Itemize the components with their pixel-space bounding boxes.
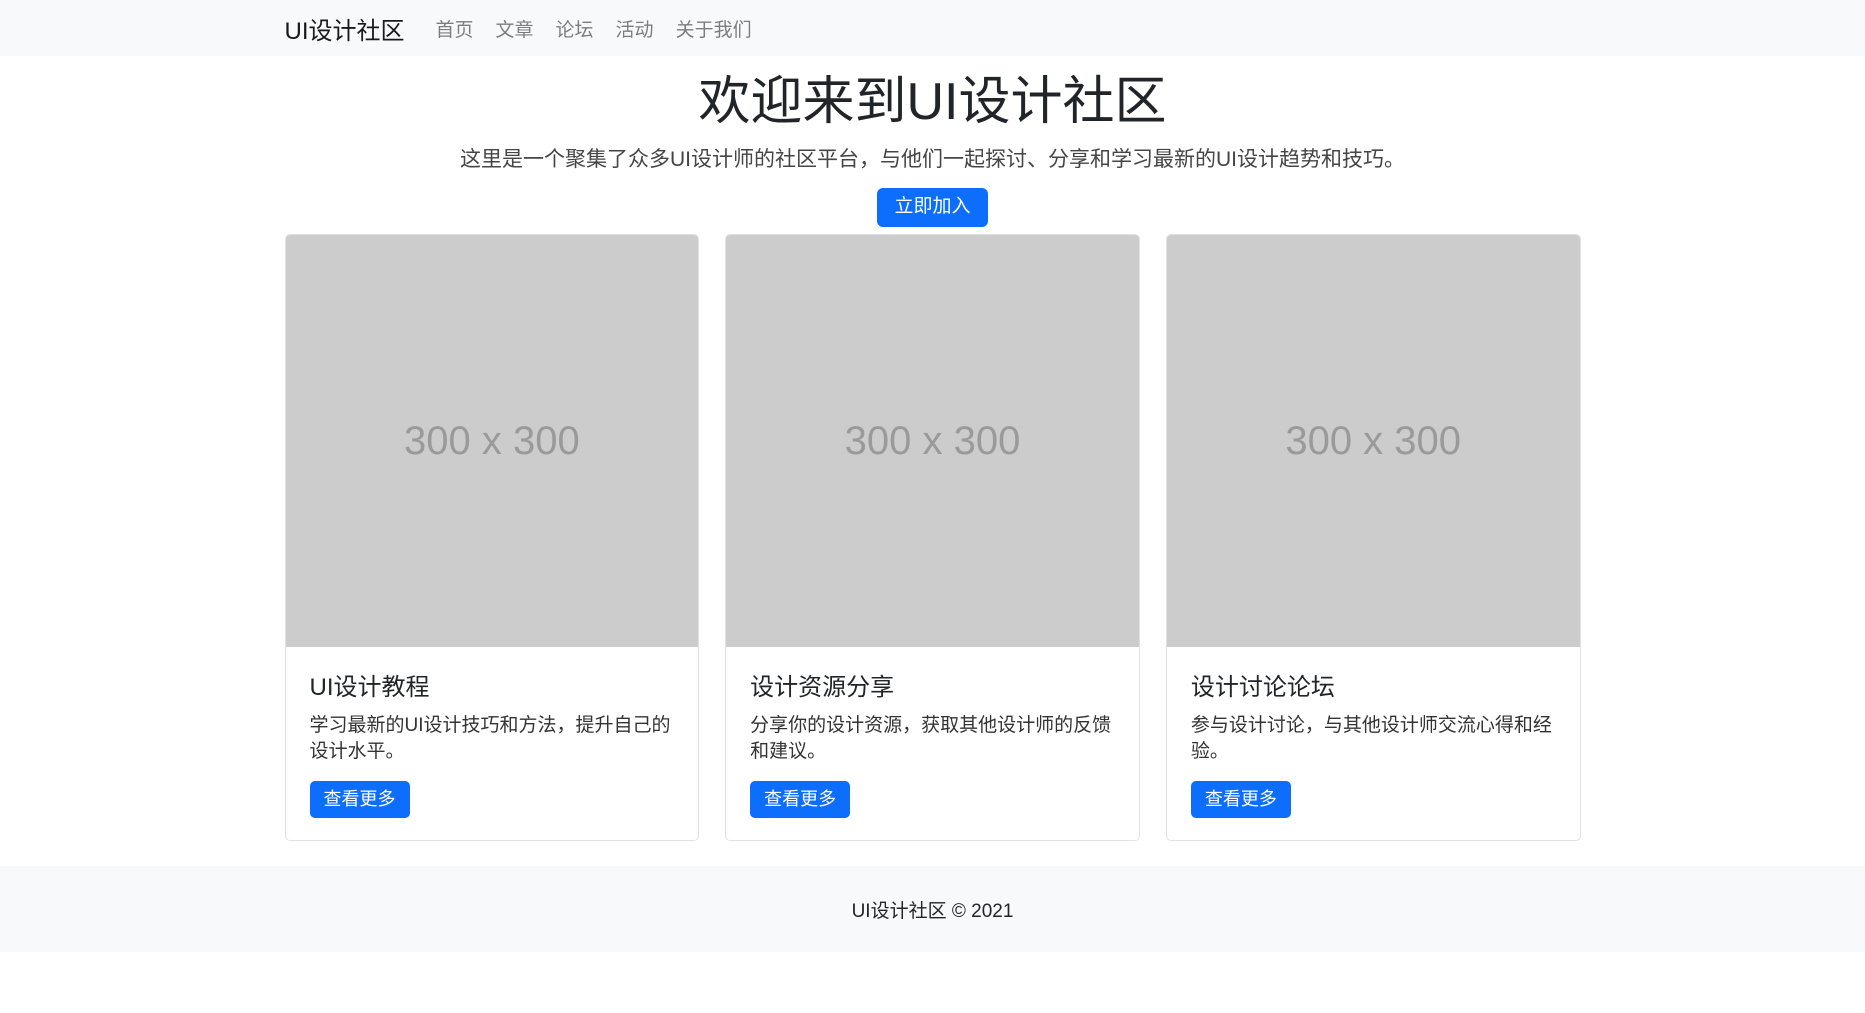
navbar: UI设计社区 首页 文章 论坛 活动 关于我们	[0, 0, 1865, 56]
card-ui-tutorials: 300 x 300 UI设计教程 学习最新的UI设计技巧和方法，提升自己的设计水…	[285, 234, 700, 842]
placeholder-size-label: 300 x 300	[845, 419, 1021, 464]
card-title: UI设计教程	[310, 667, 675, 702]
card-title: 设计讨论论坛	[1191, 667, 1556, 702]
card-text: 参与设计讨论，与其他设计师交流心得和经验。	[1191, 713, 1556, 764]
hero-title: 欢迎来到UI设计社区	[0, 69, 1865, 137]
card-image-placeholder: 300 x 300	[286, 235, 699, 648]
nav-item-articles[interactable]: 文章	[485, 15, 545, 42]
nav-item-home[interactable]: 首页	[425, 15, 485, 42]
card-body: 设计讨论论坛 参与设计讨论，与其他设计师交流心得和经验。 查看更多	[1167, 647, 1580, 840]
card-discussion-forum: 300 x 300 设计讨论论坛 参与设计讨论，与其他设计师交流心得和经验。 查…	[1166, 234, 1581, 842]
card-text: 分享你的设计资源，获取其他设计师的反馈和建议。	[750, 713, 1115, 764]
view-more-button[interactable]: 查看更多	[310, 781, 410, 819]
join-now-button[interactable]: 立即加入	[877, 188, 987, 227]
card-image-placeholder: 300 x 300	[1167, 235, 1580, 648]
view-more-button[interactable]: 查看更多	[750, 781, 850, 819]
card-text: 学习最新的UI设计技巧和方法，提升自己的设计水平。	[310, 713, 675, 764]
card-body: UI设计教程 学习最新的UI设计技巧和方法，提升自己的设计水平。 查看更多	[286, 647, 699, 840]
brand-link[interactable]: UI设计社区	[285, 11, 405, 46]
placeholder-size-label: 300 x 300	[404, 419, 580, 464]
nav-item-forum[interactable]: 论坛	[545, 15, 605, 42]
page: UI设计社区 首页 文章 论坛 活动 关于我们 欢迎来到UI设计社区 这里是一个…	[0, 0, 1865, 1013]
footer-copyright: UI设计社区 © 2021	[852, 896, 1014, 923]
hero-subtitle: 这里是一个聚集了众多UI设计师的社区平台，与他们一起探讨、分享和学习最新的UI设…	[0, 146, 1865, 173]
placeholder-size-label: 300 x 300	[1285, 419, 1461, 464]
hero-section: 欢迎来到UI设计社区 这里是一个聚集了众多UI设计师的社区平台，与他们一起探讨、…	[0, 56, 1865, 227]
view-more-button[interactable]: 查看更多	[1191, 781, 1291, 819]
nav-links: 首页 文章 论坛 活动 关于我们	[425, 15, 763, 42]
footer: UI设计社区 © 2021	[0, 866, 1865, 952]
feature-cards-row: 300 x 300 UI设计教程 学习最新的UI设计技巧和方法，提升自己的设计水…	[285, 234, 1581, 842]
card-resource-sharing: 300 x 300 设计资源分享 分享你的设计资源，获取其他设计师的反馈和建议。…	[725, 234, 1140, 842]
card-image-placeholder: 300 x 300	[726, 235, 1139, 648]
card-body: 设计资源分享 分享你的设计资源，获取其他设计师的反馈和建议。 查看更多	[726, 647, 1139, 840]
nav-item-events[interactable]: 活动	[605, 15, 665, 42]
nav-item-about[interactable]: 关于我们	[665, 15, 763, 42]
bottom-whitespace	[0, 952, 1865, 1013]
card-title: 设计资源分享	[750, 667, 1115, 702]
